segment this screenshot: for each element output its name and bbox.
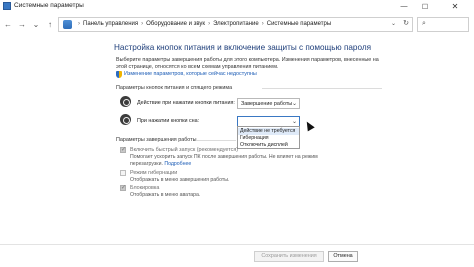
close-button[interactable]: ✕: [444, 0, 466, 13]
hibernate-description: Отображать в меню завершения работы.: [130, 177, 230, 183]
lock-description: Отображать в меню аватара.: [130, 192, 201, 198]
cancel-button[interactable]: Отмена: [328, 251, 358, 262]
learn-more-link[interactable]: Подробнее: [164, 161, 191, 167]
fast-startup-checkbox[interactable]: [120, 146, 126, 153]
forward-button[interactable]: →: [16, 18, 28, 31]
back-button[interactable]: ←: [2, 18, 14, 31]
up-button[interactable]: ↑: [44, 18, 56, 31]
breadcrumb-separator: ›: [78, 20, 80, 27]
power-button-icon: [120, 96, 131, 107]
main-content: Настройка кнопок питания и включение защ…: [0, 36, 474, 267]
power-buttons-section-title: Параметры кнопок питания и спящего режим…: [116, 85, 233, 91]
shutdown-section-title: Параметры завершения работы: [116, 137, 197, 143]
dropdown-option-turn-off-display[interactable]: Отключить дисплей: [238, 142, 299, 149]
fast-startup-description-text: Помогает ускорить запуск ПК после заверш…: [130, 154, 318, 167]
chevron-down-icon: ⌄: [291, 119, 297, 125]
section-divider: [196, 140, 236, 141]
mouse-cursor-icon: [303, 119, 315, 132]
footer-bar: Сохранить изменения Отмена: [0, 244, 474, 267]
hibernate-checkbox[interactable]: [120, 170, 126, 176]
power-button-action-select[interactable]: Завершение работы ⌄: [237, 98, 300, 109]
page-description: Выберите параметры завершения работы для…: [116, 57, 379, 70]
recent-locations-button[interactable]: ⌄: [30, 18, 42, 31]
window-title: Системные параметры: [14, 2, 84, 9]
uac-shield-icon: [116, 71, 122, 78]
dropdown-option-do-nothing[interactable]: Действие не требуется: [238, 128, 299, 135]
hibernate-label: Режим гибернации: [130, 170, 178, 176]
minimize-button[interactable]: —: [393, 0, 415, 13]
lock-label: Блокировка: [130, 185, 160, 191]
search-icon: ⌕: [422, 20, 426, 27]
navigation-bar: ← → ⌄ ↑ › Панель управления › Оборудование …: [0, 15, 474, 35]
maximize-button[interactable]: ☐: [414, 0, 436, 13]
lock-checkbox[interactable]: [120, 184, 126, 191]
breadcrumb-control-panel[interactable]: Панель управления: [83, 21, 138, 27]
fast-startup-label: Включить быстрый запуск (рекомендуется): [130, 147, 239, 153]
breadcrumb-separator[interactable]: ›: [262, 21, 264, 27]
address-bar[interactable]: › Панель управления › Оборудование и звук › Э…: [58, 17, 413, 32]
breadcrumb-separator[interactable]: ›: [208, 21, 210, 27]
sleep-button-icon: [120, 114, 131, 125]
breadcrumb-separator[interactable]: ›: [141, 21, 143, 27]
refresh-icon[interactable]: ↻: [403, 19, 409, 27]
power-button-label: Действие при нажатии кнопки питания:: [137, 100, 235, 106]
breadcrumb: › Панель управления › Оборудование и звук › Э…: [75, 21, 331, 27]
breadcrumb-hardware-and-sound[interactable]: Оборудование и звук: [146, 21, 205, 27]
title-bar: Системные параметры — ☐ ✕: [0, 0, 474, 13]
save-changes-button[interactable]: Сохранить изменения: [254, 251, 324, 262]
fast-startup-description: Помогает ускорить запуск ПК после заверш…: [130, 154, 350, 168]
control-panel-icon: [3, 2, 11, 10]
control-panel-icon: [63, 20, 72, 29]
chevron-down-icon: ⌄: [291, 101, 297, 107]
sleep-button-label: При нажатии кнопки сна:: [137, 118, 200, 124]
sleep-action-dropdown-list: Действие не требуется Гибернация Отключи…: [237, 126, 300, 149]
dropdown-option-hibernate[interactable]: Гибернация: [238, 135, 299, 142]
address-history-chevron-icon[interactable]: ⌄: [391, 20, 396, 27]
breadcrumb-power-options[interactable]: Электропитание: [213, 21, 259, 27]
breadcrumb-system-settings[interactable]: Системные параметры: [267, 21, 331, 27]
section-divider: [262, 88, 382, 89]
change-unavailable-settings-link[interactable]: Изменение параметров, которые сейчас нед…: [124, 71, 257, 77]
search-input[interactable]: ⌕: [417, 17, 469, 32]
page-title: Настройка кнопок питания и включение защ…: [114, 43, 372, 52]
power-button-action-value: Завершение работы: [241, 101, 293, 107]
